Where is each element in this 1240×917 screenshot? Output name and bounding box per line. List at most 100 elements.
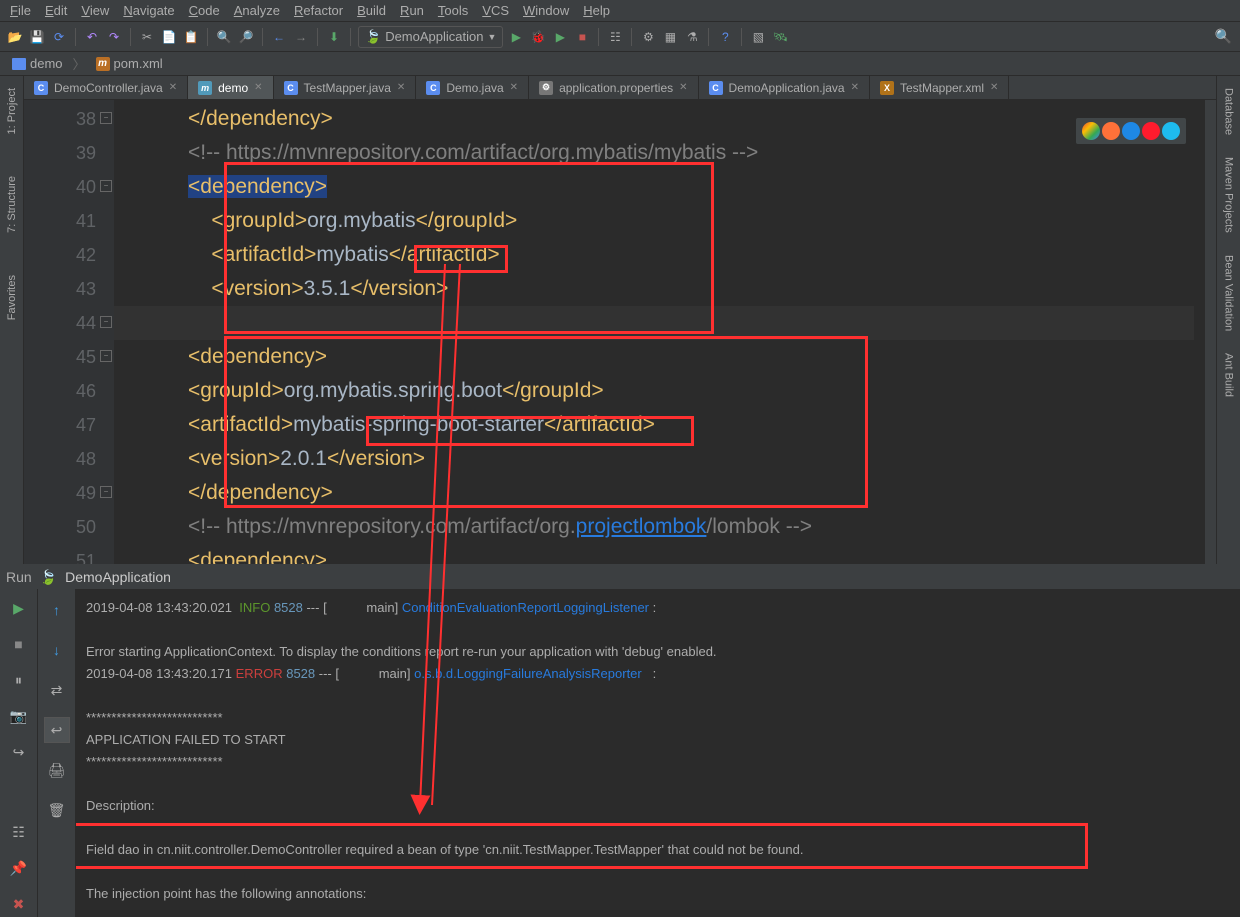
- build-icon[interactable]: ⬇: [325, 28, 343, 46]
- softwrap-button[interactable]: ↩: [44, 717, 70, 743]
- undo-icon[interactable]: ↶: [83, 28, 101, 46]
- console-output[interactable]: 2019-04-08 13:43:20.021 INFO 8528 --- [ …: [76, 589, 1240, 917]
- line-number: 41: [24, 204, 96, 238]
- menu-view[interactable]: View: [75, 1, 115, 20]
- close-tab-icon[interactable]: ✕: [397, 82, 405, 93]
- stop-icon[interactable]: ■: [573, 28, 591, 46]
- close-tab-icon[interactable]: ✕: [169, 82, 177, 93]
- file-icon: ⚙: [539, 81, 553, 95]
- menu-refactor[interactable]: Refactor: [288, 1, 349, 20]
- left-tab-favorites[interactable]: Favorites: [4, 269, 20, 326]
- close-tab-icon[interactable]: ✕: [254, 82, 262, 93]
- menu-help[interactable]: Help: [577, 1, 616, 20]
- tool1-icon[interactable]: ▧: [749, 28, 767, 46]
- menu-build[interactable]: Build: [351, 1, 392, 20]
- redo-icon[interactable]: ↷: [105, 28, 123, 46]
- tab-demoapplication-java[interactable]: CDemoApplication.java✕: [699, 76, 870, 99]
- console-line: [86, 619, 1230, 641]
- close-tab-icon[interactable]: ✕: [679, 82, 687, 93]
- copy-icon[interactable]: 📄: [160, 28, 178, 46]
- firefox-icon[interactable]: [1102, 122, 1120, 140]
- code-line: <!-- https://mvnrepository.com/artifact/…: [118, 510, 1204, 544]
- close-button[interactable]: ✖: [8, 893, 30, 915]
- tab-testmapper-java[interactable]: CTestMapper.java✕: [274, 76, 417, 99]
- run-panel: Run 🍃 DemoApplication ▶ ■ ⏸ 📷 ↪ ☷ 📌 ✖ ↑ …: [0, 564, 1240, 917]
- paste-icon[interactable]: 📋: [182, 28, 200, 46]
- editor[interactable]: 3839404142434445464748495051−−−−− </depe…: [24, 100, 1216, 564]
- dump-button[interactable]: 📷: [8, 705, 30, 727]
- rerun-button[interactable]: ▶: [8, 597, 30, 619]
- menu-edit[interactable]: Edit: [39, 1, 73, 20]
- help-icon[interactable]: ?: [716, 28, 734, 46]
- trash-button[interactable]: 🗑: [44, 797, 70, 823]
- fold-icon[interactable]: −: [100, 316, 112, 328]
- find-icon[interactable]: 🔍: [215, 28, 233, 46]
- menu-vcs[interactable]: VCS: [476, 1, 515, 20]
- menu-analyze[interactable]: Analyze: [228, 1, 286, 20]
- scroll-down-button[interactable]: ↓: [44, 637, 70, 663]
- print-button[interactable]: 🖨: [44, 757, 70, 783]
- pin-button[interactable]: 📌: [8, 857, 30, 879]
- wrap-button[interactable]: ⇄: [44, 677, 70, 703]
- search-everywhere-icon[interactable]: 🔍: [1215, 28, 1232, 45]
- editor-scrollbar[interactable]: [1204, 100, 1216, 564]
- settings-icon[interactable]: ⚙: [639, 28, 657, 46]
- left-tab----structure[interactable]: 7: Structure: [4, 170, 20, 239]
- layout-button[interactable]: ☷: [8, 821, 30, 843]
- forward-icon[interactable]: →: [292, 28, 310, 46]
- right-tab-bean-validation[interactable]: Bean Validation: [1221, 249, 1237, 337]
- line-number: 48: [24, 442, 96, 476]
- console-line: Error starting ApplicationContext. To di…: [86, 641, 1230, 663]
- cut-icon[interactable]: ✂: [138, 28, 156, 46]
- ie-icon[interactable]: [1162, 122, 1180, 140]
- menu-navigate[interactable]: Navigate: [117, 1, 180, 20]
- pause-button[interactable]: ⏸: [8, 669, 30, 691]
- debug-icon[interactable]: 🐞: [529, 28, 547, 46]
- fold-icon[interactable]: −: [100, 112, 112, 124]
- tab-testmapper-xml[interactable]: XTestMapper.xml✕: [870, 76, 1009, 99]
- fold-icon[interactable]: −: [100, 350, 112, 362]
- run-config-label: DemoApplication: [385, 29, 483, 44]
- fold-icon[interactable]: −: [100, 486, 112, 498]
- save-icon[interactable]: 💾: [28, 28, 46, 46]
- stop-button[interactable]: ■: [8, 633, 30, 655]
- structure-icon[interactable]: ☷: [606, 28, 624, 46]
- tool2-icon[interactable]: 🛰: [771, 28, 789, 46]
- tab-demo[interactable]: mdemo✕: [188, 76, 273, 99]
- back-icon[interactable]: ←: [270, 28, 288, 46]
- left-tab----project[interactable]: 1: Project: [4, 82, 20, 140]
- sync-icon[interactable]: ⟳: [50, 28, 68, 46]
- menu-run[interactable]: Run: [394, 1, 430, 20]
- close-tab-icon[interactable]: ✕: [510, 82, 518, 93]
- chrome-icon[interactable]: [1082, 122, 1100, 140]
- tab-democontroller-java[interactable]: CDemoController.java✕: [24, 76, 188, 99]
- console-line: [86, 817, 1230, 839]
- code[interactable]: </dependency> <!-- https://mvnrepository…: [114, 100, 1204, 564]
- code-line: <version>3.5.1</version>: [118, 272, 1204, 306]
- menu-code[interactable]: Code: [183, 1, 226, 20]
- fold-icon[interactable]: −: [100, 180, 112, 192]
- sdk-icon[interactable]: ⚗: [683, 28, 701, 46]
- breadcrumb-folder[interactable]: demo: [8, 54, 67, 73]
- menu-tools[interactable]: Tools: [432, 1, 474, 20]
- coverage-icon[interactable]: ▶: [551, 28, 569, 46]
- close-tab-icon[interactable]: ✕: [851, 82, 859, 93]
- replace-icon[interactable]: 🔎: [237, 28, 255, 46]
- close-tab-icon[interactable]: ✕: [990, 82, 998, 93]
- menu-file[interactable]: File: [4, 1, 37, 20]
- project-struct-icon[interactable]: ▦: [661, 28, 679, 46]
- right-tab-ant-build[interactable]: Ant Build: [1221, 347, 1237, 403]
- scroll-up-button[interactable]: ↑: [44, 597, 70, 623]
- breadcrumb-file[interactable]: m pom.xml: [92, 54, 167, 73]
- right-tab-database[interactable]: Database: [1221, 82, 1237, 141]
- tab-demo-java[interactable]: CDemo.java✕: [416, 76, 529, 99]
- run-icon[interactable]: ▶: [507, 28, 525, 46]
- right-tab-maven-projects[interactable]: Maven Projects: [1221, 151, 1237, 239]
- exit-button[interactable]: ↪: [8, 741, 30, 763]
- safari-icon[interactable]: [1122, 122, 1140, 140]
- run-config-dropdown[interactable]: 🍃 DemoApplication ▼: [358, 26, 503, 48]
- menu-window[interactable]: Window: [517, 1, 575, 20]
- opera-icon[interactable]: [1142, 122, 1160, 140]
- tab-application-properties[interactable]: ⚙application.properties✕: [529, 76, 698, 99]
- open-icon[interactable]: 📂: [6, 28, 24, 46]
